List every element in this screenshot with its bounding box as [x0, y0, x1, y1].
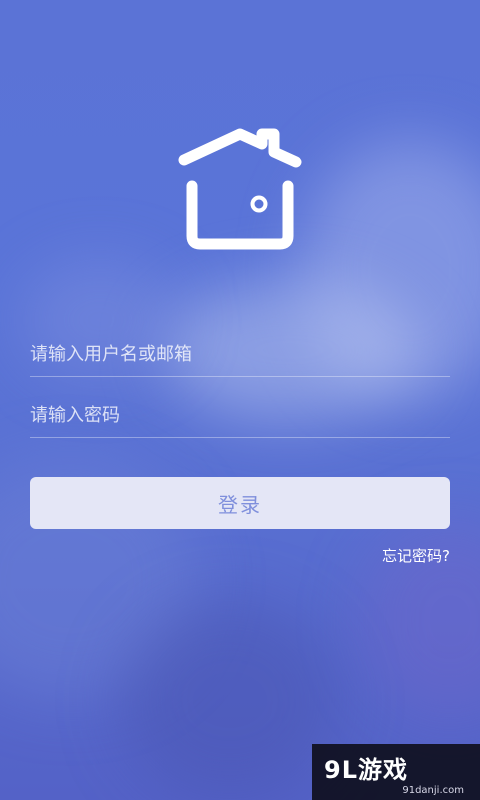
username-input[interactable] — [30, 332, 450, 376]
house-icon — [176, 126, 304, 250]
watermark: 9L游戏 91danji.com — [312, 744, 480, 800]
login-button[interactable]: 登录 — [30, 477, 450, 529]
username-field — [30, 332, 450, 377]
watermark-logo: 9L游戏 — [324, 756, 408, 784]
forgot-password-link[interactable]: 忘记密码? — [382, 545, 450, 566]
login-screen: 登录 忘记密码? 9L游戏 91danji.com — [0, 0, 480, 800]
password-field — [30, 393, 450, 438]
background-blur — [120, 600, 340, 800]
password-input[interactable] — [30, 393, 450, 437]
watermark-url: 91danji.com — [402, 785, 464, 796]
